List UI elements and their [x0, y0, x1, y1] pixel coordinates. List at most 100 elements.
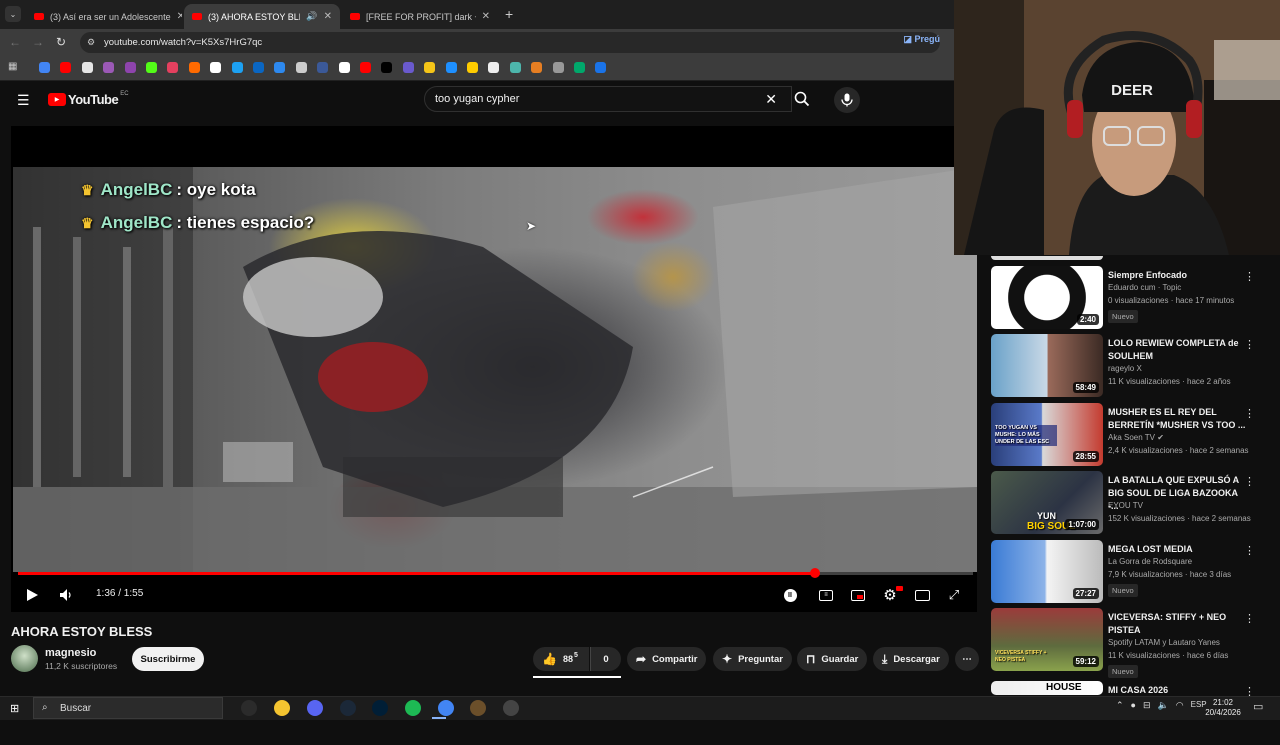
- youtube-logo[interactable]: ▶ YouTube EC: [48, 91, 129, 107]
- bookmark-favicon-icon[interactable]: [188, 62, 200, 73]
- recommendation-channel[interactable]: Spotify LATAM y Lautaro Yanes: [1108, 638, 1220, 647]
- spotify-icon[interactable]: [405, 700, 421, 716]
- recommendation-channel[interactable]: EYOU TV: [1108, 501, 1143, 510]
- bookmark-favicon-icon[interactable]: [381, 62, 393, 73]
- more-options-icon[interactable]: ⋮: [1244, 270, 1255, 283]
- bookmark-favicon-icon[interactable]: [253, 62, 264, 73]
- autoplay-toggle[interactable]: II: [781, 586, 799, 604]
- video-thumbnail[interactable]: HOUSE: [991, 681, 1103, 695]
- taskbar-search-input[interactable]: ⌕ Buscar: [33, 697, 223, 719]
- more-options-icon[interactable]: ⋮: [1244, 338, 1255, 351]
- bookmark-favicon-icon[interactable]: [509, 62, 521, 73]
- like-button[interactable]: 👍 88 5: [533, 647, 589, 671]
- reload-icon[interactable]: ↻: [56, 35, 66, 49]
- video-thumbnail[interactable]: TOO YUGAN VS MUSHE: LO MÁS UNDER DE LAS …: [991, 403, 1103, 466]
- video-thumbnail[interactable]: YUN BIG SOUL 1:07:00: [991, 471, 1103, 534]
- search-button[interactable]: [788, 86, 818, 112]
- microphone-tray-icon[interactable]: ●: [1131, 700, 1136, 711]
- bookmark-favicon-icon[interactable]: [103, 62, 115, 73]
- ask-button[interactable]: ✦ Preguntar: [713, 647, 792, 671]
- bookmark-favicon-icon[interactable]: [467, 62, 478, 73]
- recommendation-title[interactable]: Siempre Enfocado: [1108, 269, 1248, 282]
- voice-search-button[interactable]: [834, 87, 860, 113]
- subtitles-button[interactable]: ≡: [817, 586, 835, 604]
- share-button[interactable]: ➦ Compartir: [627, 647, 707, 671]
- more-options-icon[interactable]: ⋮: [1244, 475, 1255, 488]
- back-arrow-icon[interactable]: ←: [9, 35, 21, 49]
- dislike-button[interactable]: 0: [590, 647, 621, 671]
- browser-tab-active[interactable]: (3) AHORA ESTOY BLESS - Y 🔊 ✕: [184, 4, 340, 29]
- recommendation-channel[interactable]: rageylo X: [1108, 364, 1142, 373]
- bookmark-favicon-icon[interactable]: [146, 62, 157, 73]
- bookmark-favicon-icon[interactable]: [167, 62, 179, 73]
- theater-mode-button[interactable]: [913, 586, 931, 604]
- bookmark-favicon-icon[interactable]: [338, 62, 350, 73]
- site-info-icon[interactable]: ⚙: [87, 37, 95, 48]
- bookmark-favicon-icon[interactable]: [595, 62, 607, 73]
- apps-grid-icon[interactable]: ▦: [8, 61, 17, 72]
- bookmark-favicon-icon[interactable]: [60, 62, 72, 73]
- channel-avatar[interactable]: [11, 645, 38, 672]
- bookmark-favicon-icon[interactable]: [231, 62, 243, 73]
- bookmark-favicon-icon[interactable]: [360, 62, 371, 73]
- close-tab-icon[interactable]: ✕: [318, 11, 332, 22]
- bookmark-favicon-icon[interactable]: [124, 62, 136, 73]
- close-tab-icon[interactable]: ✕: [171, 11, 182, 22]
- close-tab-icon[interactable]: ✕: [476, 11, 490, 22]
- recommendation-title[interactable]: VICEVERSA: STIFFY + NEO PISTEA: [1108, 611, 1248, 637]
- network-icon[interactable]: ⊟: [1143, 700, 1151, 711]
- more-options-icon[interactable]: ⋮: [1244, 544, 1255, 557]
- video-thumbnail[interactable]: 27:27: [991, 540, 1103, 603]
- tray-chevron-icon[interactable]: ⌃: [1116, 700, 1124, 711]
- settings-button[interactable]: ⚙: [881, 586, 903, 604]
- download-button[interactable]: ⤓ Descargar: [873, 647, 949, 671]
- url-input[interactable]: ⚙ youtube.com/watch?v=K5Xs7HrG7qc ◪ Preg…: [80, 32, 940, 53]
- wifi-icon[interactable]: ◠: [1176, 700, 1184, 711]
- chrome-icon[interactable]: [438, 700, 454, 716]
- play-button[interactable]: [23, 586, 41, 604]
- search-input[interactable]: too yugan cypher ✕: [424, 86, 792, 112]
- bookmark-favicon-icon[interactable]: [488, 62, 500, 73]
- file-explorer-icon[interactable]: [274, 700, 290, 716]
- new-tab-plus-icon[interactable]: +: [505, 6, 513, 22]
- channel-name[interactable]: magnesio: [45, 647, 96, 659]
- save-button[interactable]: ⊓ Guardar: [797, 647, 868, 671]
- windows-start-icon[interactable]: ⊞: [10, 702, 19, 715]
- recommendation-title[interactable]: MUSHER ES EL REY DEL BERRETÍN *MUSHER VS…: [1108, 406, 1248, 432]
- bookmark-favicon-icon[interactable]: [39, 62, 50, 73]
- recommendation-channel[interactable]: Aka Soen TV ✔: [1108, 433, 1164, 442]
- game-app-icon[interactable]: [503, 700, 519, 716]
- miniplayer-button[interactable]: [849, 586, 867, 604]
- recommendation-channel[interactable]: La Gorra de Rodsquare: [1108, 557, 1192, 566]
- volume-button[interactable]: [57, 586, 75, 604]
- video-thumbnail[interactable]: 2:40: [991, 266, 1103, 329]
- recommendation-title[interactable]: LOLO REWIEW COMPLETA de SOULHEM: [1108, 337, 1248, 363]
- recommendation-item[interactable]: YUN BIG SOUL 1:07:00 LA BATALLA QUE EXPULSÓ…: [991, 471, 1280, 535]
- browser-tab[interactable]: (3) Así era ser un Adolescente ✕: [26, 4, 182, 29]
- bookmark-favicon-icon[interactable]: [424, 62, 436, 73]
- video-frame[interactable]: ♛ AngelBC : oye kota ♛ AngelBC : tienes …: [13, 167, 977, 572]
- bookmark-favicon-icon[interactable]: [402, 62, 414, 73]
- video-thumbnail[interactable]: VICEVERSA STIFFY + NEO PISTEA 59:12: [991, 608, 1103, 671]
- volume-tray-icon[interactable]: 🔈: [1158, 700, 1169, 711]
- more-options-icon[interactable]: ⋮: [1244, 407, 1255, 420]
- browser-tab[interactable]: [FREE FOR PROFIT] dark + swag ✕: [342, 4, 498, 29]
- recommendation-item[interactable]: VICEVERSA STIFFY + NEO PISTEA 59:12 VICEVE…: [991, 608, 1280, 678]
- forward-arrow-icon[interactable]: →: [32, 35, 44, 49]
- bookmark-favicon-icon[interactable]: [445, 62, 457, 73]
- steam-icon[interactable]: [340, 700, 356, 716]
- obs-icon[interactable]: [470, 700, 486, 716]
- bookmark-favicon-icon[interactable]: [574, 62, 585, 73]
- recommendation-channel[interactable]: Eduardo cum · Topic: [1108, 283, 1181, 292]
- clear-search-icon[interactable]: ✕: [765, 91, 777, 108]
- recommendation-item[interactable]: 27:27 MEGA LOST MEDIA La Gorra de Rodsquar…: [991, 540, 1280, 604]
- tab-search-button[interactable]: ⌄: [5, 6, 21, 22]
- recommendation-item[interactable]: 2:40 Siempre Enfocado Eduardo cum · Topic 0…: [991, 266, 1280, 330]
- discord-icon[interactable]: [307, 700, 323, 716]
- ask-gemini-button[interactable]: ◪ Pregú: [903, 34, 940, 45]
- more-actions-button[interactable]: ⋯: [955, 647, 979, 671]
- bookmark-favicon-icon[interactable]: [531, 62, 543, 73]
- speaker-icon[interactable]: 🔊: [306, 11, 317, 22]
- photoshop-icon[interactable]: [372, 700, 388, 716]
- bookmark-favicon-icon[interactable]: [210, 62, 222, 73]
